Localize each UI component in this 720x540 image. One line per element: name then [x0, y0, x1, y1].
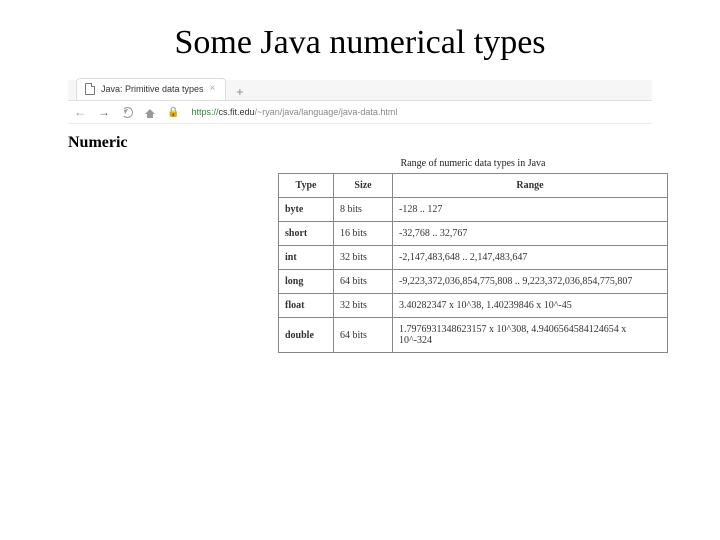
cell-type: long: [279, 270, 334, 294]
forward-icon[interactable]: →: [98, 105, 110, 119]
tab-title: Java: Primitive data types: [101, 84, 204, 94]
table-row: long 64 bits -9,223,372,036,854,775,808 …: [279, 270, 668, 294]
cell-type: double: [279, 318, 334, 353]
cell-type: int: [279, 246, 334, 270]
table-container: Range of numeric data types in Java Type…: [278, 158, 668, 353]
cell-size: 32 bits: [334, 246, 393, 270]
table-row: float 32 bits 3.40282347 x 10^38, 1.4023…: [279, 294, 668, 318]
cell-range: -128 .. 127: [393, 198, 668, 222]
cell-size: 8 bits: [334, 198, 393, 222]
page-icon: [85, 83, 95, 95]
cell-type: float: [279, 294, 334, 318]
url-scheme: https://: [191, 107, 218, 117]
browser-chrome: Java: Primitive data types × + ← → 🔒 htt…: [68, 80, 652, 124]
numeric-ranges-table: Type Size Range byte 8 bits -128 .. 127 …: [278, 173, 668, 353]
table-row: int 32 bits -2,147,483,648 .. 2,147,483,…: [279, 246, 668, 270]
cell-size: 64 bits: [334, 270, 393, 294]
url-text[interactable]: https://cs.fit.edu/~ryan/java/language/j…: [191, 107, 397, 117]
table-row: byte 8 bits -128 .. 127: [279, 198, 668, 222]
browser-tab-active[interactable]: Java: Primitive data types ×: [76, 78, 226, 100]
close-icon[interactable]: ×: [210, 84, 216, 94]
table-row: short 16 bits -32,768 .. 32,767: [279, 222, 668, 246]
url-host: cs.fit.edu: [218, 107, 254, 117]
cell-range: 3.40282347 x 10^38, 1.40239846 x 10^-45: [393, 294, 668, 318]
page-content: Numeric Range of numeric data types in J…: [68, 134, 652, 353]
reload-icon[interactable]: [122, 107, 133, 118]
cell-size: 64 bits: [334, 318, 393, 353]
cell-range: -2,147,483,648 .. 2,147,483,647: [393, 246, 668, 270]
cell-range: 1.7976931348623157 x 10^308, 4.940656458…: [393, 318, 668, 353]
table-header-row: Type Size Range: [279, 174, 668, 198]
lock-icon: 🔒: [167, 107, 179, 118]
slide-title: Some Java numerical types: [0, 24, 720, 62]
new-tab-button[interactable]: +: [236, 84, 243, 100]
cell-range: -9,223,372,036,854,775,808 .. 9,223,372,…: [393, 270, 668, 294]
home-icon[interactable]: [145, 104, 155, 114]
browser-tabbar: Java: Primitive data types × +: [68, 80, 652, 101]
table-caption: Range of numeric data types in Java: [278, 158, 668, 169]
header-size: Size: [334, 174, 393, 198]
cell-range: -32,768 .. 32,767: [393, 222, 668, 246]
cell-size: 16 bits: [334, 222, 393, 246]
back-icon[interactable]: ←: [74, 105, 86, 119]
url-path: /~ryan/java/language/java-data.html: [255, 107, 398, 117]
cell-size: 32 bits: [334, 294, 393, 318]
table-row: double 64 bits 1.7976931348623157 x 10^3…: [279, 318, 668, 353]
header-range: Range: [393, 174, 668, 198]
cell-type: byte: [279, 198, 334, 222]
cell-type: short: [279, 222, 334, 246]
header-type: Type: [279, 174, 334, 198]
browser-urlbar: ← → 🔒 https://cs.fit.edu/~ryan/java/lang…: [68, 101, 652, 124]
section-heading: Numeric: [68, 134, 652, 152]
